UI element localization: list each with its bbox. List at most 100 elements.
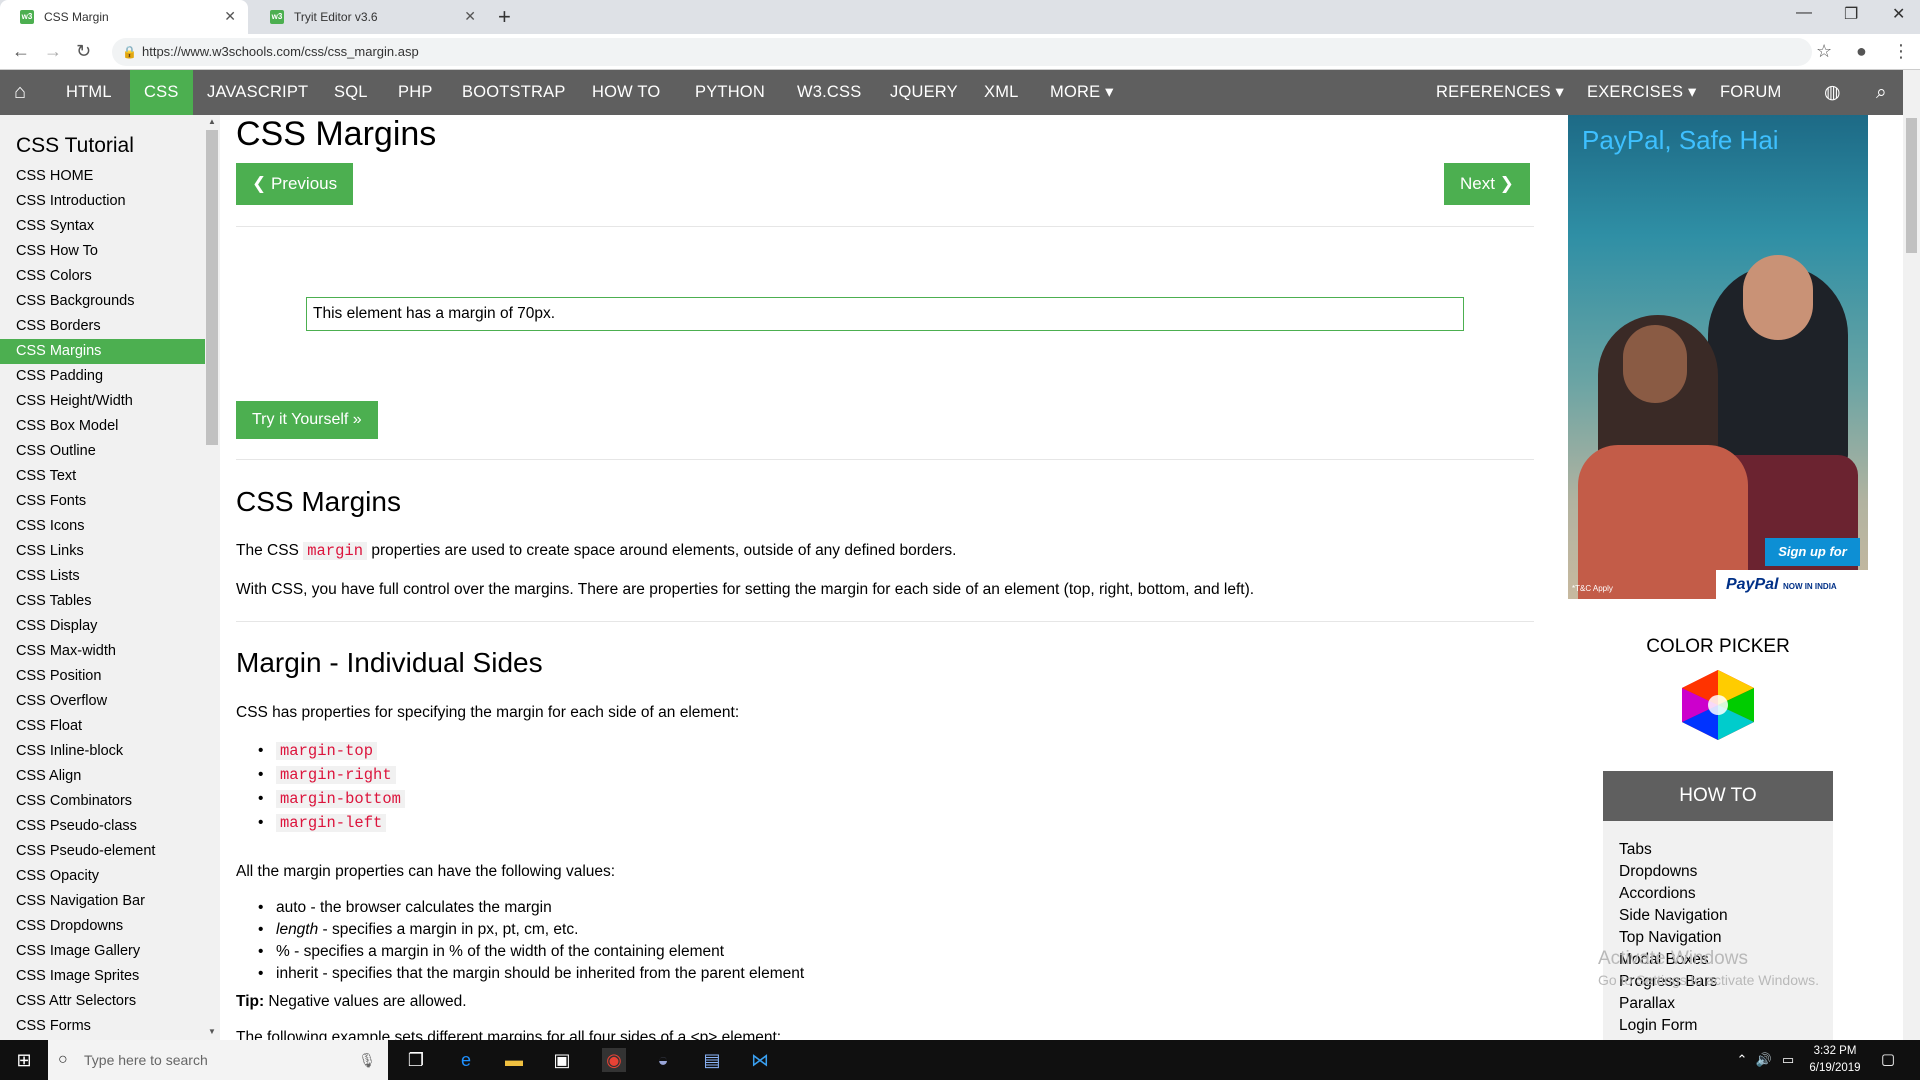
nav-how-to[interactable]: HOW TO [578,70,674,115]
sidebar-scroll-thumb[interactable] [206,130,218,445]
sidebar-item-css-margins[interactable]: CSS Margins [0,339,205,364]
nav-php[interactable]: PHP [384,70,447,115]
nav-sql[interactable]: SQL [320,70,382,115]
howto-item-top-navigation[interactable]: Top Navigation [1603,927,1833,949]
vscode-icon[interactable]: ⋈ [748,1048,772,1072]
howto-item-accordions[interactable]: Accordions [1603,883,1833,905]
edge-icon[interactable]: e [454,1048,478,1072]
tray-chevron-icon[interactable]: ⌃ [1730,1048,1754,1072]
restore-icon[interactable]: ❐ [1844,4,1858,24]
sidebar-item-css-display[interactable]: CSS Display [0,614,205,639]
howto-item-side-navigation[interactable]: Side Navigation [1603,905,1833,927]
sidebar-item-css-align[interactable]: CSS Align [0,764,205,789]
browser-tab-tryit-editor[interactable]: w3 Tryit Editor v3.6 ✕ [250,0,488,34]
sidebar-item-css-backgrounds[interactable]: CSS Backgrounds [0,289,205,314]
sidebar-item-css-pseudo-element[interactable]: CSS Pseudo-element [0,839,205,864]
sidebar-item-css-links[interactable]: CSS Links [0,539,205,564]
sidebar-item-css-how-to[interactable]: CSS How To [0,239,205,264]
nav-xml[interactable]: XML [970,70,1033,115]
taskbar-search[interactable]: ○ Type here to search 🎙 [48,1040,388,1080]
volume-icon[interactable]: 🔊 [1752,1048,1776,1072]
nav-css[interactable]: CSS [130,70,193,115]
paypal-advertisement[interactable]: PayPal, Safe Hai Sign up for Free PayPal… [1568,115,1868,599]
next-button[interactable]: Next ❯ [1444,163,1530,205]
previous-button[interactable]: ❮ Previous [236,163,354,205]
sidebar-item-css-navigation-bar[interactable]: CSS Navigation Bar [0,889,205,914]
nav-more[interactable]: MORE ▾ [1036,70,1128,115]
sidebar-item-css-image-gallery[interactable]: CSS Image Gallery [0,939,205,964]
task-view-icon[interactable]: ❐ [404,1048,428,1072]
nav-forum[interactable]: FORUM [1706,70,1796,115]
chrome-icon[interactable]: ◉ [602,1048,626,1072]
browser-tab-css-margin[interactable]: w3 CSS Margin ✕ [0,0,248,34]
sidebar-item-css-tables[interactable]: CSS Tables [0,589,205,614]
profile-icon[interactable]: ● [1856,41,1867,62]
tab-close-icon[interactable]: ✕ [224,8,236,25]
sidebar-item-css-height-width[interactable]: CSS Height/Width [0,389,205,414]
sidebar-item-css-overflow[interactable]: CSS Overflow [0,689,205,714]
notifications-icon[interactable]: ▢ [1876,1048,1900,1072]
new-tab-button[interactable]: + [498,4,511,30]
try-it-yourself-button[interactable]: Try it Yourself » [236,401,378,439]
sidebar-item-css-float[interactable]: CSS Float [0,714,205,739]
nav-references[interactable]: REFERENCES ▾ [1422,70,1578,115]
nav-html[interactable]: HTML [52,70,126,115]
sidebar-item-css-fonts[interactable]: CSS Fonts [0,489,205,514]
sidebar-item-css-home[interactable]: CSS HOME [0,164,205,189]
network-icon[interactable]: ▭ [1776,1048,1800,1072]
sidebar-item-css-text[interactable]: CSS Text [0,464,205,489]
howto-item-dropdowns[interactable]: Dropdowns [1603,861,1833,883]
sidebar-item-css-borders[interactable]: CSS Borders [0,314,205,339]
sidebar-item-css-position[interactable]: CSS Position [0,664,205,689]
sidebar-item-css-padding[interactable]: CSS Padding [0,364,205,389]
minimize-icon[interactable]: — [1796,4,1812,22]
notepad-icon[interactable]: ▤ [700,1048,724,1072]
close-icon[interactable]: ✕ [1892,4,1905,24]
sidebar-item-css-colors[interactable]: CSS Colors [0,264,205,289]
address-bar[interactable]: 🔒 https://www.w3schools.com/css/css_marg… [112,38,1812,66]
sidebar-item-css-opacity[interactable]: CSS Opacity [0,864,205,889]
ad-signup-button[interactable]: Sign up for Free [1765,538,1860,587]
microphone-icon[interactable]: 🎙 [358,1040,376,1080]
sidebar-item-css-dropdowns[interactable]: CSS Dropdowns [0,914,205,939]
globe-icon[interactable]: ◍ [1810,70,1855,115]
sidebar-item-css-syntax[interactable]: CSS Syntax [0,214,205,239]
sidebar-item-css-combinators[interactable]: CSS Combinators [0,789,205,814]
tab-close-icon[interactable]: ✕ [464,8,476,25]
reload-icon[interactable]: ↻ [76,41,91,62]
sidebar-item-css-forms[interactable]: CSS Forms [0,1014,205,1039]
sidebar-item-css-introduction[interactable]: CSS Introduction [0,189,205,214]
sidebar-item-css-inline-block[interactable]: CSS Inline-block [0,739,205,764]
nav-exercises[interactable]: EXERCISES ▾ [1573,70,1711,115]
color-picker-hexagon-icon[interactable] [1678,670,1758,740]
nav-python[interactable]: PYTHON [681,70,779,115]
sidebar-item-css-outline[interactable]: CSS Outline [0,439,205,464]
sidebar-item-css-lists[interactable]: CSS Lists [0,564,205,589]
home-icon[interactable]: ⌂ [0,70,40,115]
scroll-down-arrow-icon[interactable]: ▼ [208,1027,216,1036]
nav-w3css[interactable]: W3.CSS [783,70,875,115]
sidebar-item-css-image-sprites[interactable]: CSS Image Sprites [0,964,205,989]
scroll-up-arrow-icon[interactable]: ▲ [208,117,216,126]
file-explorer-icon[interactable]: ▬ [502,1048,526,1072]
windows-start-icon[interactable]: ⊞ [12,1048,36,1072]
back-arrow-icon[interactable]: ← [12,41,30,62]
nav-javascript[interactable]: JAVASCRIPT [193,70,322,115]
forward-arrow-icon[interactable]: → [44,41,62,62]
menu-dots-icon[interactable]: ⋮ [1892,41,1910,62]
sidebar-item-css-attr-selectors[interactable]: CSS Attr Selectors [0,989,205,1014]
howto-item-tabs[interactable]: Tabs [1603,839,1833,861]
sidebar-item-css-pseudo-class[interactable]: CSS Pseudo-class [0,814,205,839]
sidebar-item-css-max-width[interactable]: CSS Max-width [0,639,205,664]
sidebar-item-css-icons[interactable]: CSS Icons [0,514,205,539]
search-icon[interactable]: ⌕ [1862,70,1901,115]
nav-bootstrap[interactable]: BOOTSTRAP [448,70,580,115]
taskbar-clock[interactable]: 3:32 PM 6/19/2019 [1800,1043,1870,1077]
eclipse-icon[interactable]: ◒ [651,1048,675,1072]
store-icon[interactable]: ▣ [550,1048,574,1072]
bookmark-star-icon[interactable]: ☆ [1816,41,1832,62]
sidebar-item-css-box-model[interactable]: CSS Box Model [0,414,205,439]
nav-jquery[interactable]: JQUERY [876,70,972,115]
howto-item-parallax[interactable]: Parallax [1603,993,1833,1015]
page-scroll-thumb[interactable] [1906,118,1917,253]
